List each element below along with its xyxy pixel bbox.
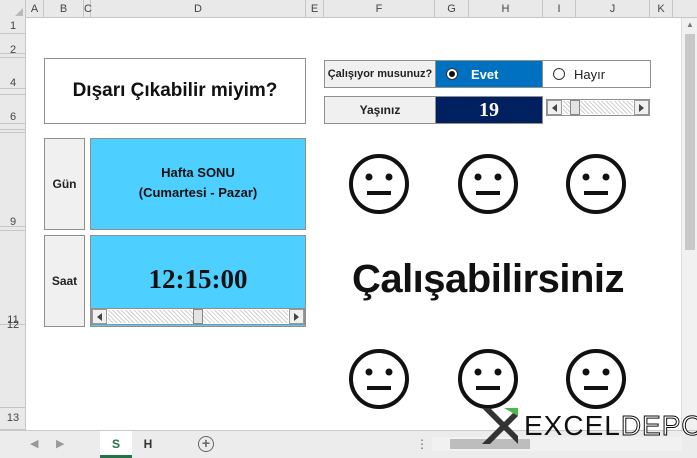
page-title: Dışarı Çıkabilir miyim? — [44, 58, 306, 124]
age-slider-thumb[interactable] — [570, 100, 580, 115]
age-slider[interactable] — [546, 99, 650, 116]
option-evet[interactable]: Evet — [435, 60, 543, 88]
x-logo-icon — [482, 408, 518, 444]
time-slider-right-button[interactable] — [289, 309, 304, 324]
working-question-label: Çalışıyor musunuz? — [324, 60, 436, 88]
row-header-12[interactable]: 12 — [0, 320, 25, 408]
column-header-f[interactable]: F — [324, 0, 435, 18]
day-text: Hafta SONU (Cumartesi - Pazar) — [91, 163, 305, 203]
column-header-j[interactable]: J — [576, 0, 650, 18]
day-line-1: Hafta SONU — [161, 165, 235, 180]
logo-light-text: DEPO — [620, 410, 697, 442]
row-header-11[interactable]: 11 — [0, 231, 25, 326]
arrow-right-icon — [294, 312, 299, 321]
age-value: 19 — [435, 96, 543, 124]
time-value: 12:15:00 — [148, 264, 248, 294]
time-slider-left-button[interactable] — [92, 309, 107, 324]
arrow-right-icon — [639, 103, 644, 112]
more-options-icon[interactable]: ⋮ — [416, 437, 428, 451]
option-evet-label: Evet — [471, 66, 499, 82]
row-header-bar: 1 2 3 4 5 6 7 8 9 10 11 12 13 — [0, 18, 26, 430]
column-header-i[interactable]: I — [543, 0, 576, 18]
vertical-scrollbar[interactable]: ▲ — [681, 18, 697, 430]
age-slider-right-button[interactable] — [634, 100, 649, 115]
logo-dark-text: EXCEL — [524, 410, 621, 441]
time-slider[interactable] — [91, 308, 305, 325]
time-slider-thumb[interactable] — [193, 309, 203, 324]
row-header-9[interactable]: 9 — [0, 133, 25, 228]
vertical-scroll-thumb[interactable] — [685, 34, 695, 250]
row-header-4[interactable]: 4 — [0, 58, 25, 89]
neutral-face-icon — [457, 153, 519, 215]
neutral-face-icon — [565, 348, 627, 410]
row-header-13[interactable]: 13 — [0, 408, 25, 430]
column-header-bar: A B C D E F G H I J K — [0, 0, 697, 18]
day-label: Gün — [44, 138, 85, 230]
column-header-k[interactable]: K — [650, 0, 673, 18]
neutral-face-icon — [565, 153, 627, 215]
radio-unselected-icon[interactable] — [553, 68, 565, 80]
arrow-left-icon — [552, 103, 557, 112]
neutral-face-icon — [457, 348, 519, 410]
radio-selected-icon[interactable] — [446, 68, 458, 80]
sheet-tab-s[interactable]: S — [100, 431, 132, 458]
column-header-e[interactable]: E — [306, 0, 324, 18]
column-header-b[interactable]: B — [44, 0, 84, 18]
next-sheet-icon[interactable]: ▶ — [56, 437, 64, 450]
day-line-2: (Cumartesi - Pazar) — [138, 185, 258, 200]
column-header-h[interactable]: H — [469, 0, 543, 18]
row-header-2[interactable]: 2 — [0, 34, 25, 56]
select-all-corner[interactable] — [0, 0, 26, 18]
option-hayir-label: Hayır — [574, 66, 606, 82]
neutral-face-icon — [348, 153, 410, 215]
option-hayir[interactable]: Hayır — [542, 60, 651, 88]
result-text: Çalışabilirsiniz — [351, 257, 625, 301]
sheet-tab-h[interactable]: H — [132, 431, 164, 458]
age-slider-left-button[interactable] — [547, 100, 562, 115]
row-header-6[interactable]: 6 — [0, 95, 25, 124]
exceldepo-logo: EXCELDEPO — [478, 404, 697, 448]
scroll-up-icon[interactable]: ▲ — [682, 18, 697, 32]
column-header-c[interactable]: C — [84, 0, 92, 18]
prev-sheet-icon[interactable]: ◀ — [30, 437, 38, 450]
spreadsheet-window: A B C D E F G H I J K 1 2 3 4 5 6 7 8 9 … — [0, 0, 697, 458]
time-label: Saat — [44, 235, 85, 327]
row-header-1[interactable]: 1 — [0, 18, 25, 34]
column-header-g[interactable]: G — [435, 0, 469, 18]
day-panel: Hafta SONU (Cumartesi - Pazar) — [90, 138, 306, 230]
age-label: Yaşınız — [324, 96, 436, 124]
column-header-d[interactable]: D — [91, 0, 306, 18]
arrow-left-icon — [97, 312, 102, 321]
neutral-face-icon — [348, 348, 410, 410]
column-header-a[interactable]: A — [26, 0, 44, 18]
add-sheet-icon[interactable]: + — [198, 436, 214, 452]
logo-wordmark: EXCELDEPO — [524, 410, 697, 442]
